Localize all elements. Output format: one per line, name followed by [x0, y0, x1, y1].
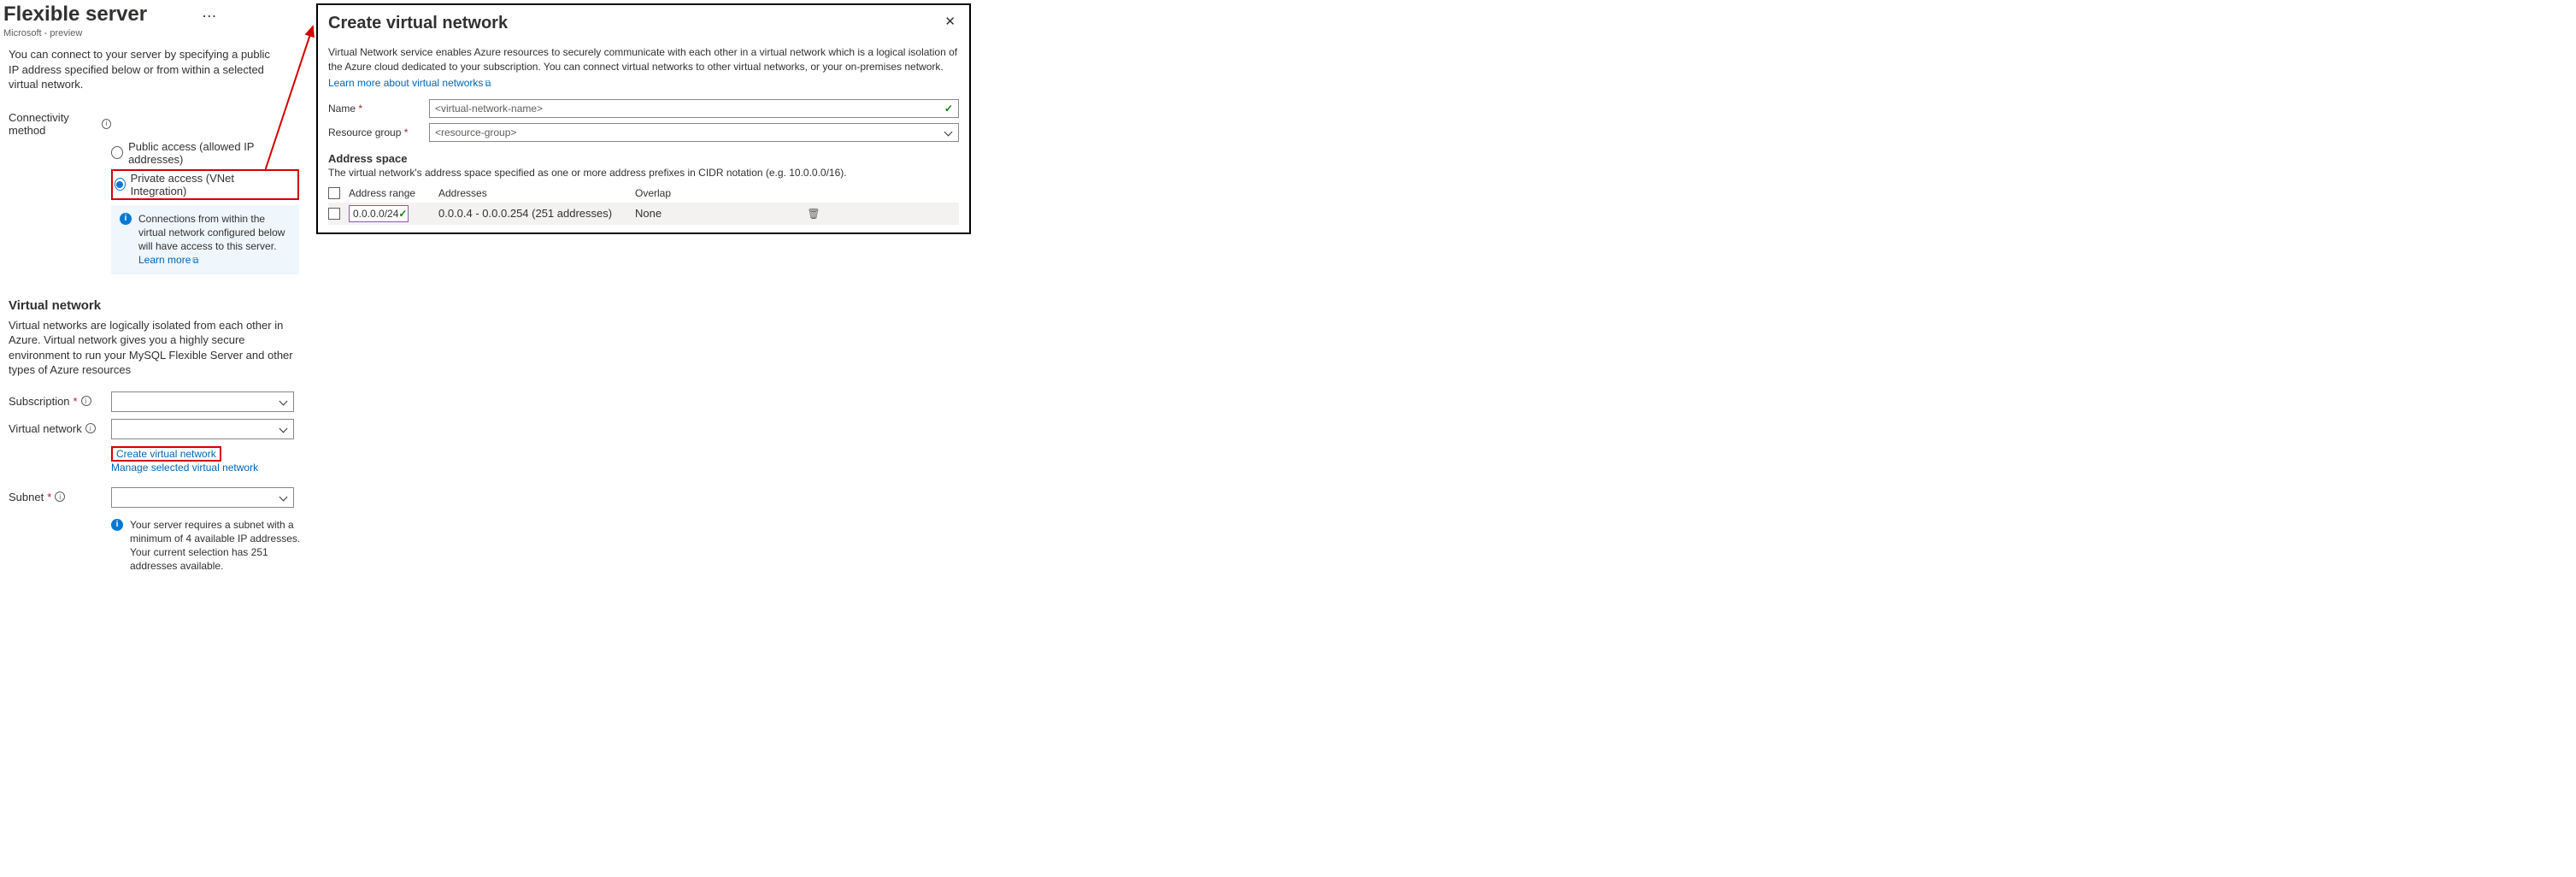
create-vnet-link-highlight[interactable]: Create virtual network [111, 446, 221, 462]
radio-selected-icon [115, 178, 126, 191]
publisher-subtitle: Microsoft - preview [3, 28, 299, 38]
vnet-field-text: Virtual network [9, 422, 82, 435]
vnet-name-placeholder: <virtual-network-name> [435, 103, 543, 115]
learn-more-link[interactable]: Learn more⧉ [138, 254, 199, 266]
pane-description: Virtual Network service enables Azure re… [328, 45, 959, 74]
external-link-icon: ⧉ [485, 79, 491, 89]
resource-group-select[interactable]: <resource-group> [429, 123, 959, 142]
manage-vnet-link[interactable]: Manage selected virtual network [111, 462, 258, 474]
connectivity-method-label: Connectivity method i [9, 108, 111, 137]
radio-public-access[interactable]: Public access (allowed IP addresses) [111, 140, 299, 166]
vnet-section-description: Virtual networks are logically isolated … [9, 318, 299, 378]
vnet-info-text: Connections from within the virtual netw… [138, 212, 291, 268]
subscription-text: Subscription [9, 395, 70, 408]
radio-public-label: Public access (allowed IP addresses) [128, 140, 299, 166]
address-range-value: 0.0.0.0/24 [353, 208, 398, 220]
row-checkbox[interactable] [328, 208, 340, 220]
vnet-name-input[interactable]: <virtual-network-name> ✓ [429, 99, 959, 118]
overlap-value: None [635, 207, 797, 220]
check-icon: ✓ [398, 208, 407, 220]
address-space-description: The virtual network's address space spec… [328, 167, 959, 179]
info-icon[interactable]: i [102, 119, 111, 129]
subnet-note: i Your server requires a subnet with a m… [111, 518, 301, 574]
radio-private-label: Private access (VNet Integration) [131, 172, 263, 197]
radio-unselected-icon [111, 146, 123, 159]
chevron-down-icon [279, 493, 288, 502]
info-icon[interactable]: i [81, 396, 91, 406]
info-icon[interactable]: i [55, 491, 65, 502]
radio-private-access-highlight: Private access (VNet Integration) [111, 169, 299, 200]
col-address-range: Address range [349, 187, 430, 199]
addresses-value: 0.0.0.4 - 0.0.0.254 (251 addresses) [438, 207, 626, 220]
more-menu-icon[interactable]: … [202, 4, 219, 20]
address-space-heading: Address space [328, 152, 959, 165]
vnet-info-callout: i Connections from within the virtual ne… [111, 205, 299, 274]
close-icon[interactable]: ✕ [941, 14, 959, 30]
required-asterisk: * [74, 395, 78, 408]
name-label: Name * [328, 103, 429, 115]
create-vnet-blade: Create virtual network ✕ Virtual Network… [316, 3, 971, 234]
delete-row-icon[interactable]: 🗑 [806, 208, 821, 220]
check-icon: ✓ [944, 103, 953, 115]
vnet-select[interactable] [111, 419, 294, 439]
learn-vnets-link[interactable]: Learn more about virtual networks⧉ [328, 77, 491, 89]
subnet-label: Subnet * i [9, 487, 111, 503]
subscription-select[interactable] [111, 391, 294, 412]
chevron-down-icon [279, 397, 288, 406]
info-circle-icon: i [111, 519, 123, 531]
rg-label: Resource group * [328, 127, 429, 138]
vnet-section-heading: Virtual network [9, 298, 299, 313]
pane-title: Create virtual network [328, 14, 508, 33]
rg-placeholder: <resource-group> [435, 127, 516, 138]
networking-description: You can connect to your server by specif… [9, 47, 278, 92]
subnet-select[interactable] [111, 487, 294, 508]
info-icon[interactable]: i [85, 423, 96, 433]
address-table-row: 0.0.0.0/24 ✓ 0.0.0.4 - 0.0.0.254 (251 ad… [328, 203, 959, 225]
required-asterisk: * [47, 491, 51, 503]
chevron-down-icon [279, 425, 288, 433]
address-range-input[interactable]: 0.0.0.0/24 ✓ [349, 205, 409, 222]
external-link-icon: ⧉ [192, 256, 198, 268]
vnet-field-label: Virtual network i [9, 419, 111, 435]
chevron-down-icon [944, 128, 953, 137]
subnet-note-text: Your server requires a subnet with a min… [130, 518, 301, 574]
subscription-label: Subscription * i [9, 391, 111, 408]
col-addresses: Addresses [438, 187, 626, 199]
page-title: Flexible server [3, 3, 147, 26]
subnet-text: Subnet [9, 491, 44, 503]
info-circle-icon: i [120, 213, 132, 225]
connectivity-method-text: Connectivity method [9, 111, 98, 137]
address-table-header: Address range Addresses Overlap [328, 184, 959, 203]
select-all-checkbox[interactable] [328, 187, 340, 199]
col-overlap: Overlap [635, 187, 797, 199]
radio-private-access[interactable]: Private access (VNet Integration) [115, 172, 263, 197]
